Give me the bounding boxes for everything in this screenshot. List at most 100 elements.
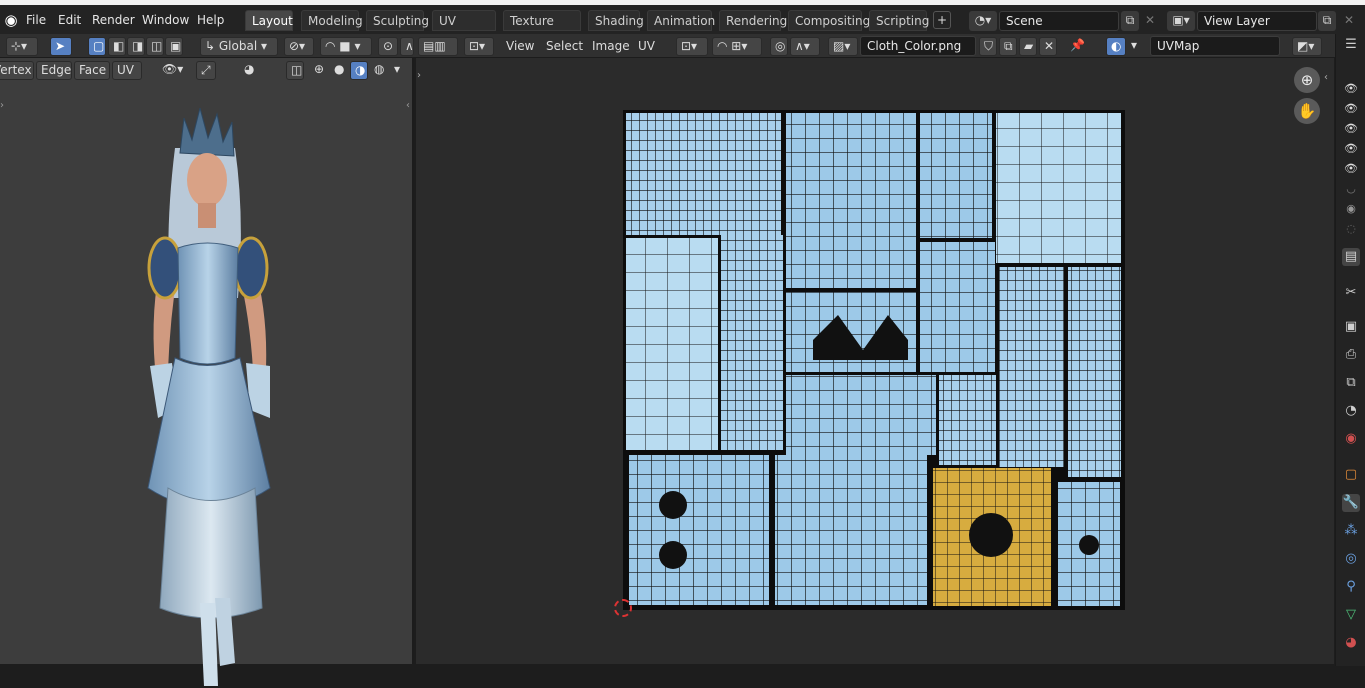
mesh-data-properties-icon[interactable]: ▽	[1342, 606, 1360, 624]
uv-overlay-icon[interactable]: ◩▾	[1292, 37, 1322, 56]
sidebar-expand-icon[interactable]: ‹	[406, 100, 410, 111]
falloff-icon[interactable]: ∧	[400, 37, 414, 56]
menu-edit[interactable]: Edit	[58, 11, 81, 29]
vertex-select-button[interactable]: Vertex	[0, 61, 34, 80]
uv-menu-image[interactable]: Image	[592, 38, 630, 55]
tab-modeling[interactable]: Modeling	[301, 10, 363, 31]
modifier-properties-wrench-icon[interactable]: 🔧	[1342, 494, 1360, 512]
tab-sculpting[interactable]: Sculpting	[366, 10, 429, 31]
overlay-toggle-icon[interactable]: ◕	[240, 61, 260, 80]
uv-proportional-icon[interactable]: ◎	[770, 37, 788, 56]
uv-texture-image[interactable]	[623, 110, 1125, 610]
tool-properties-icon[interactable]: ✂	[1342, 284, 1360, 302]
tab-compositing[interactable]: Compositing	[788, 10, 870, 31]
zoom-icon[interactable]: ⊕	[1294, 67, 1320, 93]
hidden-eye-icon[interactable]: ◡	[1342, 182, 1360, 196]
uv-snap-icon[interactable]: ◠ ⊞▾	[712, 37, 762, 56]
properties-editor-icon[interactable]: ▤	[1342, 248, 1360, 266]
face-select-button[interactable]: Face	[74, 61, 110, 80]
material-shading-icon[interactable]: ◑	[350, 61, 368, 80]
output-properties-icon[interactable]: ⎙	[1342, 346, 1360, 364]
render-properties-icon[interactable]: ▣	[1342, 318, 1360, 336]
select-intersect-icon[interactable]: ▣	[165, 37, 183, 56]
tab-scripting[interactable]: Scripting	[869, 10, 929, 31]
unlink-image-icon[interactable]: ✕	[1039, 37, 1057, 56]
select-extend-icon[interactable]: ◧	[108, 37, 126, 56]
object-properties-icon[interactable]: ▢	[1342, 466, 1360, 484]
visibility-eye-icon[interactable]: ◌	[1342, 222, 1360, 236]
2d-cursor-icon[interactable]	[614, 599, 632, 617]
menu-file[interactable]: File	[26, 11, 46, 29]
menu-window[interactable]: Window	[142, 11, 189, 29]
uv-sidebar-expand-icon[interactable]: ‹	[1324, 72, 1328, 83]
uv-display-icon[interactable]: ◐	[1106, 37, 1126, 56]
new-image-icon[interactable]: ⧉	[999, 37, 1017, 56]
uv-editor-canvas[interactable]: › ⊕ ✋ ‹	[416, 58, 1334, 664]
image-name-field[interactable]: Cloth_Color.png	[860, 36, 976, 56]
delete-scene-icon[interactable]: ✕	[1141, 11, 1159, 31]
uv-menu-view[interactable]: View	[506, 38, 534, 55]
visibility-eye-icon[interactable]: 👁	[1342, 122, 1360, 136]
toolbar-expand-icon[interactable]: ›	[0, 100, 4, 111]
view-layer-name-field[interactable]: View Layer	[1197, 11, 1317, 31]
tab-uv-editing[interactable]: UV Editing	[432, 10, 496, 48]
uv-menu-uv[interactable]: UV	[638, 38, 655, 55]
visibility-eye-icon[interactable]: 👁▾	[158, 61, 190, 80]
select-new-icon[interactable]: ▢	[88, 37, 106, 56]
edge-select-button[interactable]: Edge	[36, 61, 72, 80]
scene-name-field[interactable]: Scene	[999, 11, 1119, 31]
scene-properties-icon[interactable]: ◔	[1342, 402, 1360, 420]
uv-toolbar-expand-icon[interactable]: ›	[417, 70, 421, 81]
uv-falloff-icon[interactable]: ∧▾	[790, 37, 820, 56]
uv-sync-selection-icon[interactable]: ▤▥	[418, 37, 458, 56]
view-layer-selector-icon[interactable]: ▣▾	[1167, 11, 1195, 31]
image-browse-icon[interactable]: ▨▾	[828, 37, 858, 56]
wireframe-shading-icon[interactable]: ⊕	[310, 61, 328, 80]
constraints-properties-icon[interactable]: ⚲	[1342, 578, 1360, 596]
blender-logo-icon[interactable]: ◉	[2, 11, 20, 29]
scene-selector-icon[interactable]: ◔▾	[969, 11, 997, 31]
menu-help[interactable]: Help	[197, 11, 224, 29]
open-image-folder-icon[interactable]: ▰	[1019, 37, 1037, 56]
add-workspace-button[interactable]: +	[933, 11, 951, 29]
tab-shading[interactable]: Shading	[588, 10, 644, 31]
select-invert-icon[interactable]: ◫	[146, 37, 164, 56]
particles-properties-icon[interactable]: ⁂	[1342, 522, 1360, 540]
xray-toggle-icon[interactable]: ◫	[286, 61, 304, 80]
rendered-shading-icon[interactable]: ◍	[370, 61, 388, 80]
shading-dropdown-icon[interactable]: ▾	[390, 61, 404, 80]
delete-view-layer-icon[interactable]: ✕	[1340, 11, 1358, 31]
solid-shading-icon[interactable]: ●	[330, 61, 348, 80]
uv-select-button[interactable]: UV	[112, 61, 142, 80]
tab-animation[interactable]: Animation	[647, 10, 715, 31]
proportional-edit-icon[interactable]: ⊙	[378, 37, 398, 56]
pivot-point-icon[interactable]: ⊘▾	[284, 37, 314, 56]
visibility-eye-icon[interactable]: 👁	[1342, 82, 1360, 96]
pan-hand-icon[interactable]: ✋	[1294, 98, 1320, 124]
new-view-layer-icon[interactable]: ⧉	[1318, 11, 1336, 31]
uv-menu-select[interactable]: Select	[546, 38, 583, 55]
select-subtract-icon[interactable]: ◨	[127, 37, 145, 56]
visibility-eye-icon[interactable]: ◉	[1342, 202, 1360, 216]
uv-map-field[interactable]: UVMap	[1150, 36, 1280, 56]
uv-editor-type-icon[interactable]: ⊡▾	[464, 37, 494, 56]
pin-icon[interactable]: 📌	[1066, 37, 1086, 56]
fake-user-shield-icon[interactable]: ⛉	[979, 37, 997, 56]
view-layer-properties-icon[interactable]: ⧉	[1342, 374, 1360, 392]
tab-texture-paint[interactable]: Texture Paint	[503, 10, 581, 48]
physics-properties-icon[interactable]: ◎	[1342, 550, 1360, 568]
tab-layout[interactable]: Layout	[245, 10, 293, 31]
select-tool-icon[interactable]: ➤	[50, 37, 72, 56]
visibility-eye-icon[interactable]: 👁	[1342, 162, 1360, 176]
visibility-eye-icon[interactable]: 👁	[1342, 142, 1360, 156]
snap-toggle-icon[interactable]: ◠ ■ ▾	[320, 37, 372, 56]
transform-orientation-dropdown[interactable]: ↳ Global ▾	[200, 37, 278, 56]
material-properties-icon[interactable]: ◕	[1342, 634, 1360, 652]
editor-type-icon[interactable]: ⊹▾	[6, 37, 38, 56]
3d-viewport[interactable]: Vertex Edge Face UV 👁▾ ⤢ ◕ ◫ ⊕ ● ◑ ◍ ▾ ›…	[0, 58, 414, 686]
gizmo-toggle-icon[interactable]: ⤢	[196, 61, 216, 80]
world-properties-icon[interactable]: ◉	[1342, 430, 1360, 448]
new-scene-icon[interactable]: ⧉	[1121, 11, 1139, 31]
visibility-eye-icon[interactable]: 👁	[1342, 102, 1360, 116]
uv-display-dropdown-icon[interactable]: ▾	[1127, 37, 1143, 56]
